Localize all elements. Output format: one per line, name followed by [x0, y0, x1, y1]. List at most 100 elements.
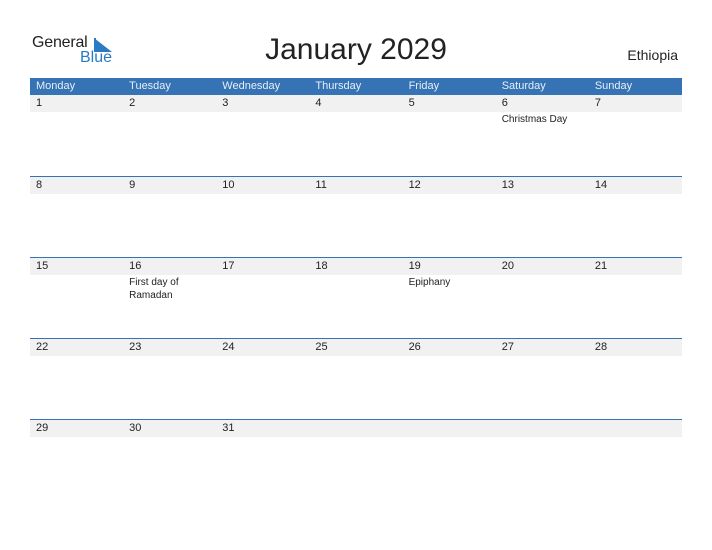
holiday-label [589, 112, 675, 113]
weekday-header: Monday Tuesday Wednesday Thursday Friday… [30, 78, 682, 95]
day-number: 30 [123, 420, 217, 437]
holiday-label [30, 275, 116, 276]
holiday-label [589, 437, 675, 438]
holiday-label: Epiphany [408, 277, 451, 288]
day-cell [495, 420, 589, 500]
day-number: 18 [309, 258, 403, 275]
day-cell: 23 [123, 339, 217, 419]
day-number: 13 [495, 177, 589, 194]
day-cell: 10 [216, 177, 310, 257]
day-cell [588, 420, 682, 500]
holiday-label [496, 275, 582, 276]
day-cell [309, 420, 403, 500]
holiday-label [309, 437, 395, 438]
day-cell: 17 [216, 258, 310, 338]
week-row: 8 9 10 11 12 13 14 [30, 176, 682, 257]
holiday-label [496, 194, 582, 195]
holiday-label [123, 356, 209, 357]
week-cells: 1 2 3 4 5 6 Christmas Day 7 [30, 95, 682, 176]
holiday-label [589, 194, 675, 195]
day-cell: 16 First day of Ramadan [123, 258, 217, 338]
holiday-label [216, 356, 302, 357]
week-cells: 8 9 10 11 12 13 14 [30, 177, 682, 257]
day-number: 5 [402, 95, 496, 112]
day-number: 28 [588, 339, 682, 356]
day-cell: 1 [30, 95, 124, 176]
day-cell: 30 [123, 420, 217, 500]
day-cell: 21 [588, 258, 682, 338]
day-number: 27 [495, 339, 589, 356]
holiday-label [589, 275, 675, 276]
week-row: 22 23 24 25 26 27 28 [30, 338, 682, 419]
holiday-label [216, 194, 302, 195]
day-cell: 18 [309, 258, 403, 338]
day-cell: 2 [123, 95, 217, 176]
week-row: 29 30 31 [30, 419, 682, 500]
day-cell: 5 [402, 95, 496, 176]
day-number [402, 420, 496, 437]
week-cells: 15 16 First day of Ramadan 17 18 19 Epiphany 20… [30, 258, 682, 338]
country-label: Ethiopia [627, 47, 678, 63]
day-cell: 7 [588, 95, 682, 176]
day-number: 15 [30, 258, 124, 275]
weekday-sunday: Sunday [594, 80, 633, 92]
week-row: 1 2 3 4 5 6 Christmas Day 7 [30, 95, 682, 176]
holiday-label [403, 112, 489, 113]
holiday-label [403, 194, 489, 195]
holiday-label: Christmas Day [501, 114, 568, 125]
day-number: 14 [588, 177, 682, 194]
day-cell: 22 [30, 339, 124, 419]
holiday-label [123, 194, 209, 195]
day-cell: 8 [30, 177, 124, 257]
day-cell: 20 [495, 258, 589, 338]
holiday-label [30, 437, 116, 438]
day-cell: 31 [216, 420, 310, 500]
day-number [588, 420, 682, 437]
holiday-label [123, 112, 209, 113]
day-number: 31 [216, 420, 310, 437]
weekday-wednesday: Wednesday [222, 80, 281, 92]
page-title: January 2029 [265, 33, 447, 66]
day-number: 4 [309, 95, 403, 112]
weekday-saturday: Saturday [501, 80, 546, 92]
day-cell: 26 [402, 339, 496, 419]
holiday-label [403, 437, 489, 438]
holiday-label [309, 112, 395, 113]
day-cell: 6 Christmas Day [495, 95, 589, 176]
day-cell: 3 [216, 95, 310, 176]
holiday-label [30, 194, 116, 195]
day-number: 29 [30, 420, 124, 437]
holiday-label [309, 356, 395, 357]
day-number: 10 [216, 177, 310, 194]
day-cell: 24 [216, 339, 310, 419]
day-number [495, 420, 589, 437]
holiday-label [123, 437, 209, 438]
day-cell: 27 [495, 339, 589, 419]
day-number: 1 [30, 95, 124, 112]
day-cell: 25 [309, 339, 403, 419]
week-cells: 29 30 31 [30, 420, 682, 500]
day-number: 26 [402, 339, 496, 356]
day-cell: 15 [30, 258, 124, 338]
day-cell: 14 [588, 177, 682, 257]
holiday-label [216, 275, 302, 276]
holiday-label [216, 112, 302, 113]
day-cell: 9 [123, 177, 217, 257]
day-number: 25 [309, 339, 403, 356]
day-number: 20 [495, 258, 589, 275]
weekday-tuesday: Tuesday [129, 80, 171, 92]
day-number: 19 [402, 258, 496, 275]
day-number [309, 420, 403, 437]
day-number: 6 [495, 95, 589, 112]
day-cell: 19 Epiphany [402, 258, 496, 338]
weekday-thursday: Thursday [315, 80, 362, 92]
weeks-container: 1 2 3 4 5 6 Christmas Day 7 8 9 10 11 12 13 14 15 16 Firs… [30, 95, 682, 500]
day-number: 17 [216, 258, 310, 275]
weekday-monday: Monday [36, 80, 76, 92]
day-number: 12 [402, 177, 496, 194]
day-cell: 29 [30, 420, 124, 500]
holiday-label [403, 356, 489, 357]
day-cell: 11 [309, 177, 403, 257]
week-row: 15 16 First day of Ramadan 17 18 19 Epiphany 20… [30, 257, 682, 338]
calendar-grid: Monday Tuesday Wednesday Thursday Friday… [30, 78, 682, 500]
